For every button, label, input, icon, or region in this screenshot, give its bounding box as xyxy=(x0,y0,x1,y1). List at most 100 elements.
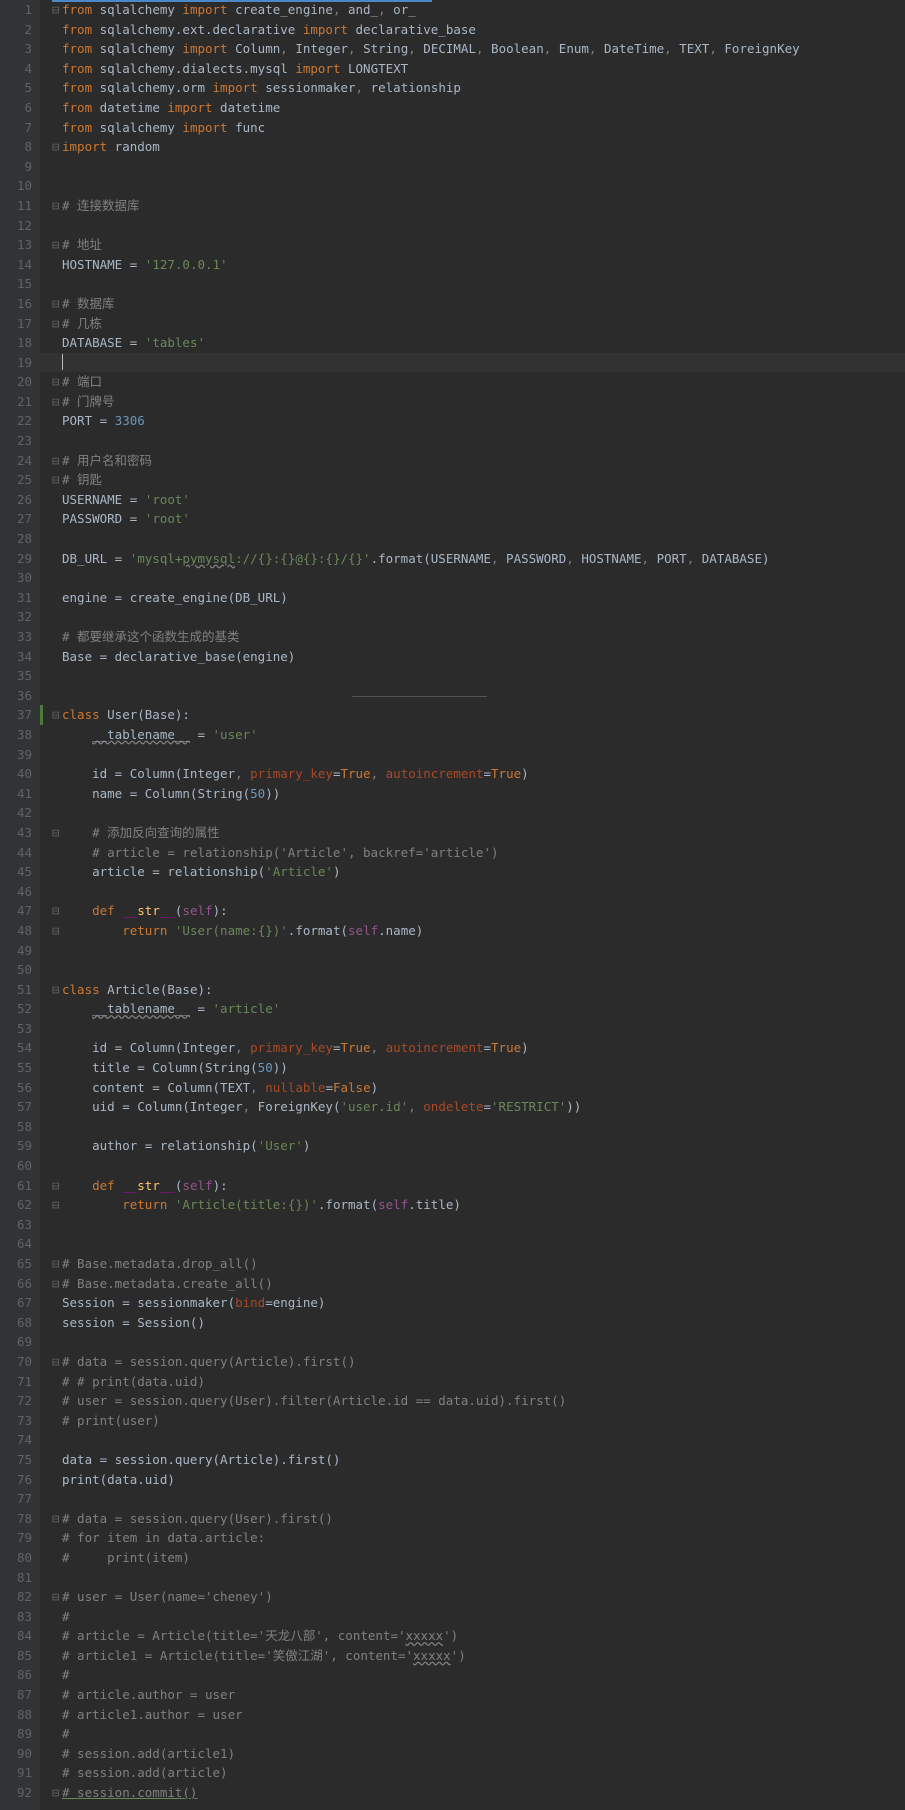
line-number[interactable]: 10 xyxy=(0,176,32,196)
code-line[interactable] xyxy=(52,745,905,765)
code-line[interactable]: ⊟# 几栋 xyxy=(52,314,905,334)
code-line[interactable]: Base = declarative_base(engine) xyxy=(52,647,905,667)
code-line[interactable]: HOSTNAME = '127.0.0.1' xyxy=(52,255,905,275)
code-line[interactable]: # article = relationship('Article', back… xyxy=(52,843,905,863)
line-number[interactable]: 56 xyxy=(0,1078,32,1098)
line-number[interactable]: 89 xyxy=(0,1724,32,1744)
code-line[interactable]: name = Column(String(50)) xyxy=(52,784,905,804)
line-number[interactable]: 31 xyxy=(0,588,32,608)
line-number[interactable]: 83 xyxy=(0,1607,32,1627)
line-number[interactable]: 57 xyxy=(0,1097,32,1117)
code-line[interactable]: ⊟ # 添加反向查询的属性 xyxy=(52,823,905,843)
fold-icon[interactable]: ⊟ xyxy=(52,901,60,921)
code-line[interactable]: data = session.query(Article).first() xyxy=(52,1450,905,1470)
line-number[interactable]: 73 xyxy=(0,1411,32,1431)
fold-icon[interactable]: ⊟ xyxy=(52,0,60,20)
line-number[interactable]: 30 xyxy=(0,568,32,588)
code-line[interactable]: ⊟ def __str__(self): xyxy=(52,1176,905,1196)
line-number[interactable]: 75 xyxy=(0,1450,32,1470)
line-number[interactable]: 53 xyxy=(0,1019,32,1039)
line-number[interactable]: 37 xyxy=(0,705,32,725)
code-line[interactable] xyxy=(52,607,905,627)
code-line[interactable] xyxy=(52,803,905,823)
code-line[interactable] xyxy=(52,568,905,588)
code-line[interactable]: article = relationship('Article') xyxy=(52,862,905,882)
code-line[interactable]: # user = session.query(User).filter(Arti… xyxy=(52,1391,905,1411)
line-number[interactable]: 85 xyxy=(0,1646,32,1666)
code-line[interactable]: ⊟import random xyxy=(52,137,905,157)
line-number[interactable]: 29 xyxy=(0,549,32,569)
line-number[interactable]: 84 xyxy=(0,1626,32,1646)
code-line[interactable]: ⊟# user = User(name='cheney') xyxy=(52,1587,905,1607)
line-number[interactable]: 70 xyxy=(0,1352,32,1372)
code-line[interactable] xyxy=(52,216,905,236)
fold-icon[interactable]: ⊟ xyxy=(52,921,60,941)
code-line[interactable]: ⊟# 门牌号 xyxy=(52,392,905,412)
fold-icon[interactable]: ⊟ xyxy=(52,451,60,471)
code-line[interactable] xyxy=(52,1568,905,1588)
line-number[interactable]: 91 xyxy=(0,1763,32,1783)
code-line[interactable]: # article1.author = user xyxy=(52,1705,905,1725)
code-line[interactable]: # xyxy=(52,1607,905,1627)
line-number[interactable]: 5 xyxy=(0,78,32,98)
code-line[interactable] xyxy=(52,176,905,196)
line-number-gutter[interactable]: 1234567891011121314151617181920212223242… xyxy=(0,0,40,1810)
code-line[interactable]: ⊟ return 'User(name:{})'.format(self.nam… xyxy=(52,921,905,941)
line-number[interactable]: 7 xyxy=(0,118,32,138)
code-line[interactable]: # # print(data.uid) xyxy=(52,1372,905,1392)
code-line[interactable]: # session.add(article) xyxy=(52,1763,905,1783)
line-number[interactable]: 87 xyxy=(0,1685,32,1705)
code-line[interactable]: # xyxy=(52,1665,905,1685)
line-number[interactable]: 16 xyxy=(0,294,32,314)
code-line[interactable]: ⊟# 数据库 xyxy=(52,294,905,314)
code-line[interactable]: DB_URL = 'mysql+pymysql://{}:{}@{}:{}/{}… xyxy=(52,549,905,569)
line-number[interactable]: 58 xyxy=(0,1117,32,1137)
line-number[interactable]: 25 xyxy=(0,470,32,490)
code-line[interactable] xyxy=(52,1117,905,1137)
code-line[interactable]: title = Column(String(50)) xyxy=(52,1058,905,1078)
fold-icon[interactable]: ⊟ xyxy=(52,294,60,314)
line-number[interactable]: 14 xyxy=(0,255,32,275)
line-number[interactable]: 26 xyxy=(0,490,32,510)
line-number[interactable]: 4 xyxy=(0,59,32,79)
code-line[interactable]: ⊟# data = session.query(Article).first() xyxy=(52,1352,905,1372)
line-number[interactable]: 3 xyxy=(0,39,32,59)
line-number[interactable]: 90 xyxy=(0,1744,32,1764)
line-number[interactable]: 6 xyxy=(0,98,32,118)
line-number[interactable]: 59 xyxy=(0,1136,32,1156)
fold-icon[interactable]: ⊟ xyxy=(52,137,60,157)
code-line[interactable]: print(data.uid) xyxy=(52,1470,905,1490)
code-editor[interactable]: 1234567891011121314151617181920212223242… xyxy=(0,0,905,1810)
line-number[interactable]: 20 xyxy=(0,372,32,392)
code-line[interactable]: ⊟# session.commit() xyxy=(52,1783,905,1803)
code-area[interactable]: ⊟from sqlalchemy import create_engine, a… xyxy=(40,0,905,1810)
code-line[interactable]: ⊟ def __str__(self): xyxy=(52,901,905,921)
line-number[interactable]: 2 xyxy=(0,20,32,40)
line-number[interactable]: 60 xyxy=(0,1156,32,1176)
code-line[interactable]: from sqlalchemy.orm import sessionmaker,… xyxy=(52,78,905,98)
code-line[interactable] xyxy=(52,960,905,980)
line-number[interactable]: 82 xyxy=(0,1587,32,1607)
code-line[interactable]: content = Column(TEXT, nullable=False) xyxy=(52,1078,905,1098)
line-number[interactable]: 12 xyxy=(0,216,32,236)
line-number[interactable]: 41 xyxy=(0,784,32,804)
code-line[interactable]: ⊟# 地址 xyxy=(52,235,905,255)
line-number[interactable]: 1 xyxy=(0,0,32,20)
code-line[interactable]: ⊟# 用户名和密码 xyxy=(52,451,905,471)
code-line[interactable]: from datetime import datetime xyxy=(52,98,905,118)
line-number[interactable]: 78 xyxy=(0,1509,32,1529)
line-number[interactable]: 54 xyxy=(0,1038,32,1058)
code-line[interactable] xyxy=(52,1156,905,1176)
code-line[interactable]: USERNAME = 'root' xyxy=(52,490,905,510)
code-line[interactable] xyxy=(52,274,905,294)
line-number[interactable]: 51 xyxy=(0,980,32,1000)
fold-icon[interactable]: ⊟ xyxy=(52,235,60,255)
line-number[interactable]: 65 xyxy=(0,1254,32,1274)
fold-icon[interactable]: ⊟ xyxy=(52,1274,60,1294)
line-number[interactable]: 40 xyxy=(0,764,32,784)
line-number[interactable]: 28 xyxy=(0,529,32,549)
code-line[interactable] xyxy=(52,882,905,902)
code-line[interactable]: id = Column(Integer, primary_key=True, a… xyxy=(52,1038,905,1058)
fold-icon[interactable]: ⊟ xyxy=(52,705,60,725)
line-number[interactable]: 64 xyxy=(0,1234,32,1254)
